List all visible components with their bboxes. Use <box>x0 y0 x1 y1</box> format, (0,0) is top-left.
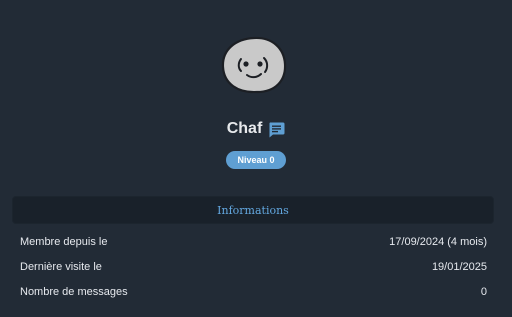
info-row-member-since: Membre depuis le 17/09/2024 (4 mois) <box>20 236 487 248</box>
username: Chaf <box>226 120 263 137</box>
info-value: 17/09/2024 (4 mois) <box>389 236 487 248</box>
informations-header: Informations <box>12 196 494 224</box>
message-icon[interactable] <box>268 121 285 138</box>
info-value: 19/01/2025 <box>431 261 487 273</box>
info-label: Dernière visite le <box>20 261 102 273</box>
info-label: Nombre de messages <box>20 286 128 298</box>
level-badge: Niveau 0 <box>226 151 286 169</box>
info-row-message-count: Nombre de messages 0 <box>20 286 487 298</box>
level-badge-row: Niveau 0 <box>0 151 512 169</box>
profile-card: Chaf Niveau 0 Informations Membre depuis… <box>0 0 512 317</box>
avatar <box>221 36 287 94</box>
informations-title: Informations <box>217 203 289 217</box>
username-row: Chaf <box>0 120 512 138</box>
info-label: Membre depuis le <box>20 236 108 248</box>
info-value: 0 <box>480 286 487 298</box>
info-row-last-visit: Dernière visite le 19/01/2025 <box>20 261 487 273</box>
